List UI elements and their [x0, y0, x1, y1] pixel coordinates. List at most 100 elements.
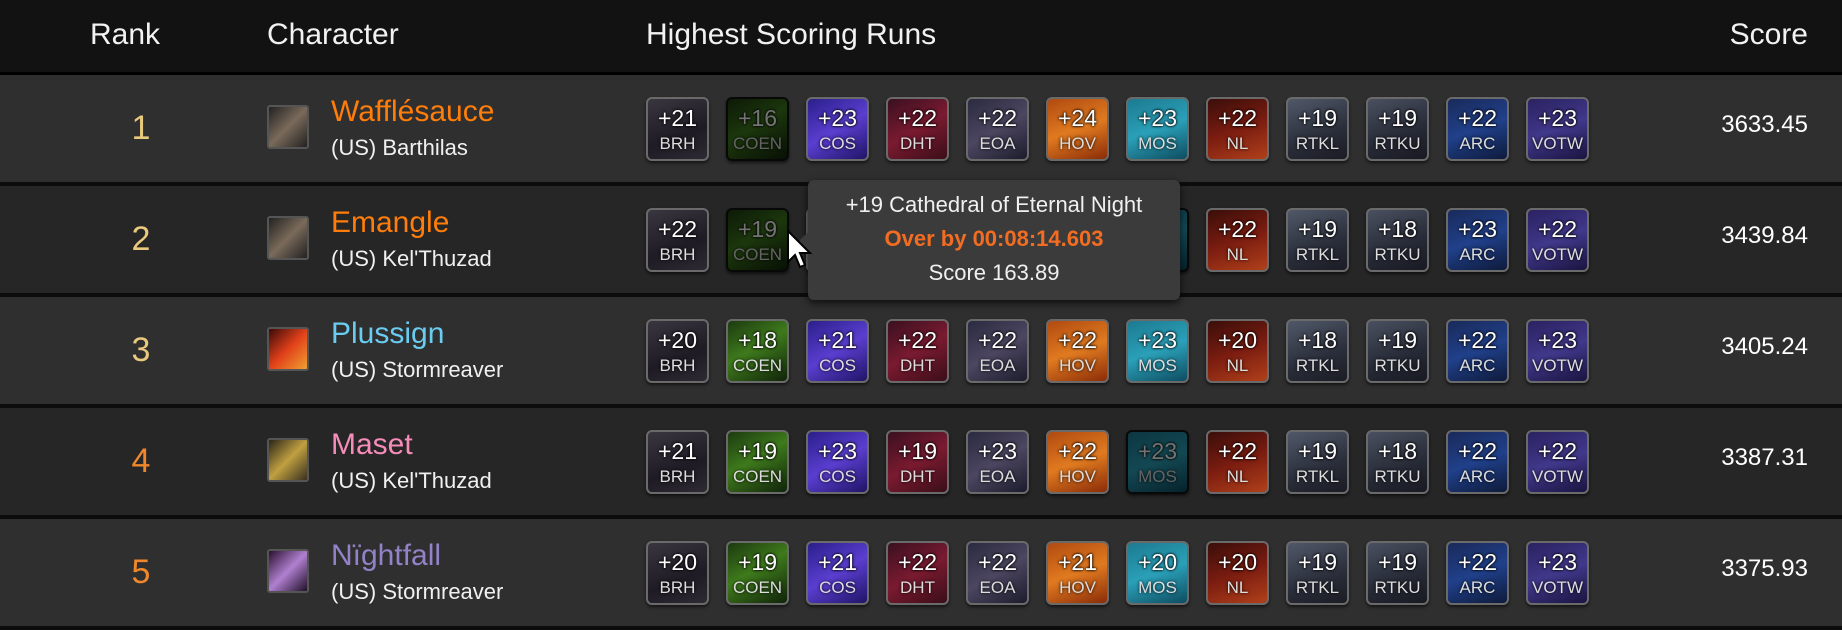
run-badge-arc[interactable]: +22 ARC — [1446, 541, 1509, 605]
table-row: 5 Nïghtfall (US) Stormreaver +20 BRH +19… — [0, 519, 1842, 630]
run-badge-cos[interactable]: +23 COS — [806, 97, 869, 161]
run-badge-votw[interactable]: +22 VOTW — [1526, 430, 1589, 494]
run-badge-rtku[interactable]: +19 RTKU — [1366, 319, 1429, 383]
dungeon-abbr: NL — [1226, 467, 1249, 486]
mouse-cursor-icon — [787, 230, 813, 269]
run-badge-dht[interactable]: +22 DHT — [886, 97, 949, 161]
dungeon-abbr: COEN — [732, 356, 783, 375]
dungeon-abbr: HOV — [1059, 134, 1096, 153]
run-level: +21 — [1057, 549, 1097, 575]
run-badge-dht[interactable]: +22 DHT — [886, 541, 949, 605]
character-name[interactable]: Maset — [331, 428, 413, 462]
run-badge-votw[interactable]: +23 VOTW — [1526, 97, 1589, 161]
dungeon-abbr: COS — [819, 578, 856, 597]
dungeon-abbr: RTKU — [1374, 356, 1421, 375]
run-badge-rtkl[interactable]: +18 RTKL — [1286, 319, 1349, 383]
bear-claw-icon[interactable] — [267, 216, 309, 260]
run-badge-dht[interactable]: +19 DHT — [886, 430, 949, 494]
run-badge-rtkl[interactable]: +19 RTKL — [1286, 97, 1349, 161]
run-badge-arc[interactable]: +22 ARC — [1446, 97, 1509, 161]
run-level: +20 — [657, 549, 697, 575]
run-badge-hov[interactable]: +22 HOV — [1046, 430, 1109, 494]
character-name[interactable]: Emangle — [331, 206, 449, 240]
fire-spear-icon[interactable] — [267, 327, 309, 371]
run-badge-coen[interactable]: +19 COEN — [726, 541, 789, 605]
character-realm: (US) Kel'Thuzad — [331, 246, 492, 271]
run-badge-eoa[interactable]: +22 EOA — [966, 541, 1029, 605]
rank-value: 1 — [131, 109, 151, 147]
run-badge-coen[interactable]: +19 COEN — [726, 430, 789, 494]
dungeon-abbr: ARC — [1459, 356, 1496, 375]
dungeon-abbr: RTKU — [1374, 467, 1421, 486]
shadow-bolt-icon[interactable] — [267, 549, 309, 593]
character-realm: (US) Kel'Thuzad — [331, 468, 492, 493]
run-badge-nl[interactable]: +22 NL — [1206, 97, 1269, 161]
run-level: +23 — [1537, 327, 1577, 353]
run-badge-brh[interactable]: +21 BRH — [646, 430, 709, 494]
run-badge-mos[interactable]: +23 MOS — [1126, 430, 1189, 494]
run-badge-eoa[interactable]: +22 EOA — [966, 97, 1029, 161]
run-badge-mos[interactable]: +23 MOS — [1126, 97, 1189, 161]
run-badge-cos[interactable]: +21 COS — [806, 319, 869, 383]
dungeon-abbr: NL — [1226, 245, 1249, 264]
run-badge-hov[interactable]: +21 HOV — [1046, 541, 1109, 605]
run-badge-rtku[interactable]: +18 RTKU — [1366, 208, 1429, 272]
run-badge-hov[interactable]: +22 HOV — [1046, 319, 1109, 383]
run-badge-rtkl[interactable]: +19 RTKL — [1286, 430, 1349, 494]
character-name[interactable]: Plussign — [331, 317, 444, 351]
run-badge-eoa[interactable]: +23 EOA — [966, 430, 1029, 494]
dungeon-abbr: VOTW — [1532, 578, 1583, 597]
run-level: +22 — [977, 327, 1017, 353]
run-badge-mos[interactable]: +23 MOS — [1126, 319, 1189, 383]
run-level: +22 — [1457, 327, 1497, 353]
run-badge-brh[interactable]: +21 BRH — [646, 97, 709, 161]
score-value: 3405.24 — [1721, 333, 1808, 360]
run-badge-coen[interactable]: +19 COEN — [726, 208, 789, 272]
run-badge-arc[interactable]: +23 ARC — [1446, 208, 1509, 272]
run-badge-rtkl[interactable]: +19 RTKL — [1286, 208, 1349, 272]
character-name[interactable]: Wafflésauce — [331, 95, 494, 129]
dungeon-abbr: ARC — [1459, 245, 1496, 264]
run-badge-votw[interactable]: +23 VOTW — [1526, 319, 1589, 383]
run-badge-dht[interactable]: +22 DHT — [886, 319, 949, 383]
character-name[interactable]: Nïghtfall — [331, 539, 441, 573]
run-badge-coen[interactable]: +18 COEN — [726, 319, 789, 383]
run-level: +20 — [657, 327, 697, 353]
run-badge-nl[interactable]: +20 NL — [1206, 541, 1269, 605]
character-realm: (US) Stormreaver — [331, 357, 504, 382]
run-badge-nl[interactable]: +20 NL — [1206, 319, 1269, 383]
header-rank[interactable]: Rank — [90, 18, 160, 52]
bear-claw-icon[interactable] — [267, 105, 309, 149]
run-badge-arc[interactable]: +22 ARC — [1446, 319, 1509, 383]
run-badge-nl[interactable]: +22 NL — [1206, 208, 1269, 272]
run-badge-cos[interactable]: +23 COS — [806, 430, 869, 494]
run-badge-brh[interactable]: +22 BRH — [646, 208, 709, 272]
run-badge-coen[interactable]: +16 COEN — [726, 97, 789, 161]
header-runs: Highest Scoring Runs — [646, 18, 937, 51]
holy-hammer-icon[interactable] — [267, 438, 309, 482]
run-badge-brh[interactable]: +20 BRH — [646, 541, 709, 605]
run-badge-rtku[interactable]: +18 RTKU — [1366, 430, 1429, 494]
run-badge-rtkl[interactable]: +19 RTKL — [1286, 541, 1349, 605]
run-badge-votw[interactable]: +22 VOTW — [1526, 208, 1589, 272]
run-badge-eoa[interactable]: +22 EOA — [966, 319, 1029, 383]
run-badge-mos[interactable]: +20 MOS — [1126, 541, 1189, 605]
run-level: +19 — [1297, 105, 1337, 131]
run-badge-votw[interactable]: +23 VOTW — [1526, 541, 1589, 605]
rank-value: 5 — [131, 553, 151, 591]
run-badge-cos[interactable]: +21 COS — [806, 541, 869, 605]
dungeon-abbr: EOA — [979, 356, 1016, 375]
rank-value: 3 — [131, 331, 151, 369]
dungeon-abbr: COS — [819, 356, 856, 375]
run-badge-arc[interactable]: +22 ARC — [1446, 430, 1509, 494]
dungeon-abbr: EOA — [979, 467, 1016, 486]
header-character[interactable]: Character — [267, 18, 399, 52]
dungeon-abbr: RTKL — [1295, 356, 1340, 375]
dungeon-abbr: BRH — [659, 134, 696, 153]
run-badge-brh[interactable]: +20 BRH — [646, 319, 709, 383]
run-badge-hov[interactable]: +24 HOV — [1046, 97, 1109, 161]
run-badge-rtku[interactable]: +19 RTKU — [1366, 541, 1429, 605]
run-badge-rtku[interactable]: +19 RTKU — [1366, 97, 1429, 161]
run-badge-nl[interactable]: +22 NL — [1206, 430, 1269, 494]
header-score[interactable]: Score — [1730, 18, 1808, 52]
